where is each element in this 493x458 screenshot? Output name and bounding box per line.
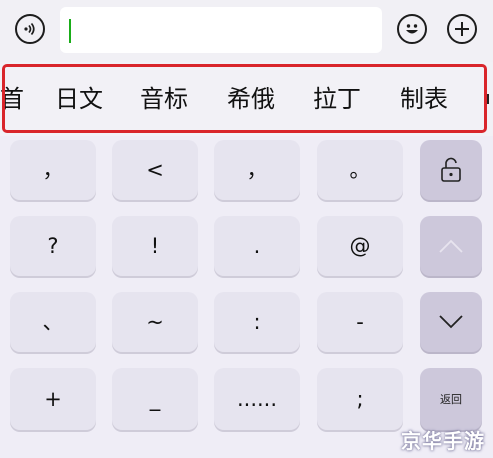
page-down-key[interactable]	[420, 292, 482, 352]
text-caret	[69, 19, 71, 43]
symbol-key[interactable]: <	[112, 140, 198, 200]
symbol-key[interactable]: ?	[10, 216, 96, 276]
plus-button[interactable]	[447, 14, 477, 44]
symbol-key[interactable]: @	[317, 216, 403, 276]
symbol-key[interactable]: !	[112, 216, 198, 276]
symbol-key[interactable]: 。	[317, 140, 403, 200]
symbol-key[interactable]: _	[112, 368, 198, 430]
lock-key[interactable]	[420, 140, 482, 200]
symbol-key[interactable]: .	[214, 216, 300, 276]
symbol-key[interactable]: +	[10, 368, 96, 430]
back-key[interactable]: 返回	[420, 368, 482, 430]
symbol-key[interactable]: 、	[10, 292, 96, 352]
chevron-up-icon	[438, 238, 464, 254]
plus-icon	[453, 20, 471, 38]
unlock-icon	[439, 157, 463, 183]
symbol-key[interactable]: ，	[214, 140, 300, 200]
highlight-frame	[2, 64, 487, 133]
symbol-key[interactable]: ......	[214, 368, 300, 430]
voice-button[interactable]	[15, 14, 45, 44]
message-input[interactable]	[60, 7, 382, 53]
watermark: 京华手游	[401, 429, 485, 453]
emoji-button[interactable]	[397, 14, 427, 44]
input-bar	[0, 0, 493, 62]
page-up-key[interactable]	[420, 216, 482, 276]
symbol-key[interactable]: -	[317, 292, 403, 352]
smiley-icon	[400, 17, 424, 41]
voice-icon	[22, 21, 38, 37]
symbol-key[interactable]: ;	[317, 368, 403, 430]
symbol-key[interactable]: ，	[10, 140, 96, 200]
symbol-key[interactable]: ~	[112, 292, 198, 352]
chevron-down-icon	[438, 314, 464, 330]
symbol-key[interactable]: :	[214, 292, 300, 352]
